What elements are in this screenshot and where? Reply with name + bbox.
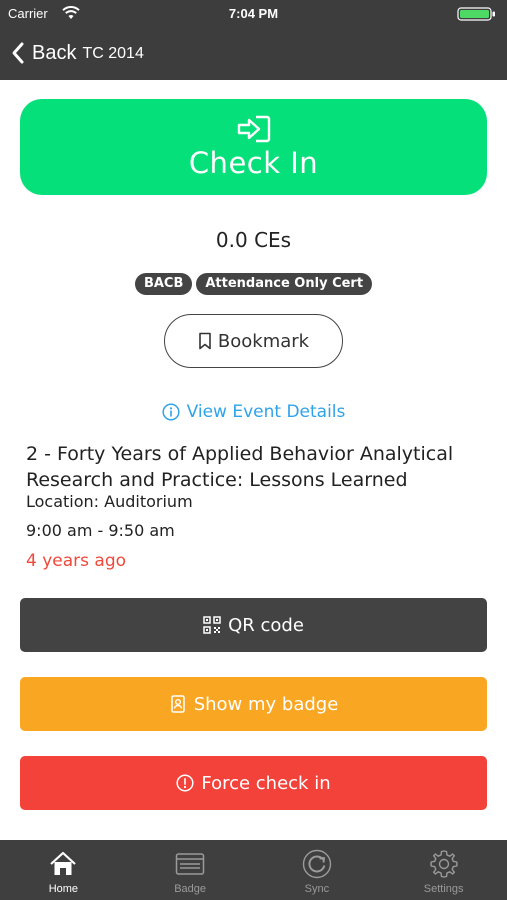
bookmark-button[interactable]: Bookmark [164, 314, 343, 368]
view-event-details-link[interactable]: View Event Details [0, 402, 507, 422]
clock: 7:04 PM [228, 6, 279, 21]
qr-code-button[interactable]: QR code [20, 598, 487, 652]
relative-time: 4 years ago [26, 551, 127, 571]
id-badge-icon [170, 695, 185, 713]
bookmark-label: Bookmark [217, 330, 310, 352]
status-bar: Carrier 7:04 PM [0, 0, 507, 28]
force-check-in-label: Force check in [201, 772, 331, 794]
status-badge: BACB [134, 273, 193, 295]
session-time: 9:00 am - 9:50 am [26, 521, 175, 540]
status-badge: Attendance Only Cert [196, 273, 373, 295]
tab-sync-label: Sync [304, 883, 330, 895]
home-icon [50, 851, 77, 875]
chevron-left-icon [12, 42, 24, 64]
back-button[interactable]: Back TC 2014 [10, 40, 144, 66]
check-in-button[interactable]: Check In [20, 99, 487, 195]
sync-icon [302, 849, 332, 879]
tab-bar: Home Badge Sync Settings [0, 840, 507, 900]
tab-sync[interactable]: Sync [254, 840, 381, 900]
info-icon [162, 403, 180, 421]
badge-card-icon [175, 853, 205, 875]
battery-icon [457, 7, 495, 21]
tab-badge-label: Badge [174, 883, 207, 895]
tab-home[interactable]: Home [0, 840, 127, 900]
nav-title: TC 2014 [82, 45, 144, 62]
tab-settings-label: Settings [423, 883, 464, 895]
session-title: 2 - Forty Years of Applied Behavior Anal… [26, 443, 454, 491]
credit-badges: BACB Attendance Only Cert [0, 273, 507, 295]
force-check-in-button[interactable]: Force check in [20, 756, 487, 810]
check-in-label: Check In [188, 146, 319, 180]
tab-badge[interactable]: Badge [127, 840, 254, 900]
login-arrow-icon [237, 115, 270, 143]
tab-home-label: Home [48, 883, 79, 895]
show-badge-label: Show my badge [193, 693, 339, 715]
alert-icon [176, 774, 194, 792]
back-label: Back [32, 41, 77, 64]
session-location: Location: Auditorium [26, 492, 193, 511]
gear-icon [429, 850, 458, 878]
view-event-details-label: View Event Details [186, 402, 346, 422]
qr-code-label: QR code [228, 614, 304, 636]
ce-credits: 0.0 CEs [215, 228, 292, 252]
navigation-bar: Back TC 2014 [0, 28, 507, 80]
tab-settings[interactable]: Settings [380, 840, 507, 900]
bookmark-icon [199, 332, 211, 350]
qr-code-icon [203, 616, 221, 634]
show-badge-button[interactable]: Show my badge [20, 677, 487, 731]
